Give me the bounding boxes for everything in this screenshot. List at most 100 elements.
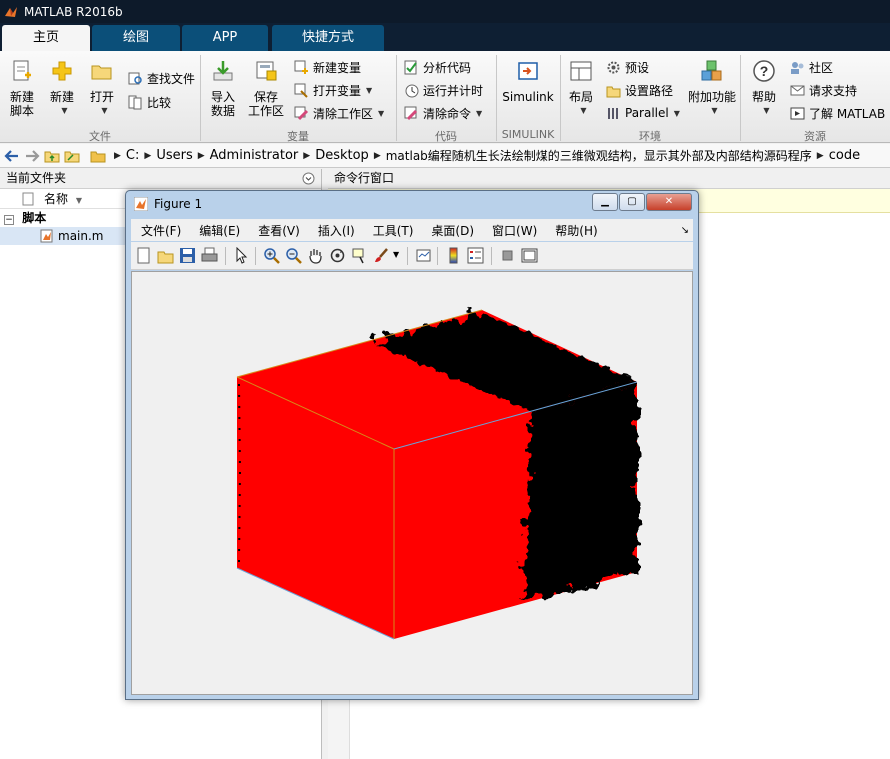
matlab-logo-icon [5, 6, 17, 17]
breadcrumb-desktop[interactable]: Desktop [315, 148, 369, 163]
run-and-time-button[interactable]: 运行并计时 [404, 81, 483, 99]
community-icon [791, 61, 804, 74]
colorbar-icon[interactable] [445, 247, 462, 264]
request-support-button[interactable]: 请求支持 [790, 81, 857, 99]
open-variable-label: 打开变量 [313, 83, 362, 98]
cube-3d-plot[interactable] [132, 272, 692, 694]
tab-plots[interactable]: 绘图 [92, 25, 180, 51]
layout-button[interactable]: 布局 ▼ [564, 59, 598, 118]
collapse-icon[interactable]: − [4, 215, 14, 225]
addons-label: 附加功能 [687, 90, 736, 104]
zoom-in-icon[interactable] [263, 247, 280, 264]
maximize-button[interactable]: ▢ [619, 193, 645, 211]
save-icon[interactable] [179, 247, 196, 264]
clear-commands-button[interactable]: 清除命令 ▼ [404, 104, 482, 122]
community-button[interactable]: 社区 [790, 58, 833, 76]
tab-shortcuts[interactable]: 快捷方式 [272, 25, 384, 51]
menu-help[interactable]: 帮助(H) [555, 222, 597, 239]
show-plot-tools-icon[interactable] [521, 247, 538, 264]
command-window-title: 命令行窗口 [334, 171, 395, 185]
menu-insert[interactable]: 插入(I) [318, 222, 355, 239]
menu-tools[interactable]: 工具(T) [373, 222, 414, 239]
breadcrumb-users[interactable]: Users [156, 148, 192, 163]
preferences-label: 预设 [625, 60, 650, 75]
compare-icon [128, 95, 142, 109]
legend-icon[interactable] [467, 247, 484, 264]
addons-cubes-icon [701, 60, 722, 81]
chevron-down-icon: ▼ [476, 108, 483, 118]
close-button[interactable]: ✕ [646, 193, 692, 211]
save-workspace-button[interactable]: 保存 工作区 [246, 59, 286, 118]
group-label-simulink: SIMULINK [501, 128, 555, 141]
chevron-down-icon[interactable]: ▼ [393, 250, 399, 259]
figure-canvas[interactable] [131, 271, 693, 695]
up-folder-icon[interactable] [44, 148, 60, 164]
new-variable-button[interactable]: 新建变量 [294, 58, 361, 76]
browse-folder-icon[interactable] [64, 148, 80, 164]
app-title-bar: MATLAB R2016b [0, 0, 890, 23]
support-icon [790, 85, 805, 95]
current-folder-header: 当前文件夹 [0, 169, 321, 189]
group-label-environment: 环境 [639, 130, 661, 143]
compare-button[interactable]: 比较 [128, 93, 171, 111]
brush-icon[interactable] [373, 247, 390, 264]
print-icon[interactable] [201, 247, 218, 264]
name-column-label: 名称 [44, 192, 69, 206]
menu-view[interactable]: 查看(V) [258, 222, 300, 239]
set-path-button[interactable]: 设置路径 [606, 81, 673, 99]
hide-plot-tools-icon[interactable] [499, 247, 516, 264]
layout-icon [570, 61, 592, 81]
parallel-label: Parallel [625, 106, 669, 120]
breadcrumb-c[interactable]: C: [126, 148, 139, 163]
simulink-button[interactable]: Simulink [502, 59, 554, 104]
panel-menu-icon[interactable] [302, 172, 315, 185]
chevron-down-icon: ▼ [711, 106, 718, 115]
import-data-button[interactable]: 导入 数据 [206, 59, 240, 118]
menu-window[interactable]: 窗口(W) [492, 222, 537, 239]
pointer-icon[interactable] [233, 247, 250, 264]
data-cursor-icon[interactable] [351, 247, 368, 264]
zoom-out-icon[interactable] [285, 247, 302, 264]
analyze-code-label: 分析代码 [423, 60, 472, 75]
toolbar-separator [491, 247, 492, 265]
tab-home[interactable]: 主页 [2, 25, 90, 51]
learn-matlab-icon [790, 107, 805, 119]
import-icon [213, 61, 233, 81]
group-label-file: 文件 [89, 130, 111, 143]
help-button[interactable]: ? 帮助 ▼ [746, 59, 782, 118]
open-variable-button[interactable]: 打开变量 ▼ [294, 81, 372, 99]
preferences-button[interactable]: 预设 [606, 58, 649, 76]
minimize-button[interactable]: ▁ [592, 193, 618, 211]
addons-button[interactable]: 附加功能 ▼ [686, 59, 738, 118]
rotate-3d-icon[interactable] [329, 247, 346, 264]
find-files-button[interactable]: 查找文件 [128, 69, 195, 87]
breadcrumb-project[interactable]: matlab编程随机生长法绘制煤的三维微观结构，显示其外部及内部结构源码程序 [386, 147, 812, 164]
analyze-code-button[interactable]: 分析代码 [404, 58, 471, 76]
menu-edit[interactable]: 编辑(E) [199, 222, 240, 239]
breadcrumb-code[interactable]: code [829, 148, 860, 163]
simulink-label: Simulink [502, 90, 554, 104]
menu-desktop[interactable]: 桌面(D) [431, 222, 474, 239]
set-path-label: 设置路径 [625, 83, 674, 98]
dock-arrow-icon[interactable]: ↘ [681, 225, 689, 236]
link-plot-icon[interactable] [415, 247, 432, 264]
run-and-time-icon [405, 84, 419, 97]
tab-apps[interactable]: APP [182, 25, 268, 51]
parallel-button[interactable]: Parallel ▼ [606, 104, 680, 122]
new-figure-icon[interactable] [135, 247, 152, 264]
folder-open-icon [91, 65, 112, 80]
pan-hand-icon[interactable] [307, 247, 324, 264]
new-script-label-1: 新建 [9, 90, 34, 104]
chevron-down-icon: ▼ [580, 106, 587, 115]
learn-matlab-button[interactable]: 了解 MATLAB [790, 104, 885, 122]
open-file-icon[interactable] [157, 247, 174, 264]
new-button[interactable]: 新建 ▼ [46, 59, 78, 118]
back-arrow-icon[interactable] [4, 148, 20, 164]
forward-arrow-icon[interactable] [24, 148, 40, 164]
breadcrumb-administrator[interactable]: Administrator [210, 148, 299, 163]
open-button[interactable]: 打开 ▼ [86, 59, 118, 118]
clear-workspace-button[interactable]: 清除工作区 ▼ [294, 104, 384, 122]
menu-file[interactable]: 文件(F) [141, 222, 181, 239]
new-script-button[interactable]: 新建 脚本 [4, 59, 40, 118]
group-label-code: 代码 [435, 130, 457, 143]
